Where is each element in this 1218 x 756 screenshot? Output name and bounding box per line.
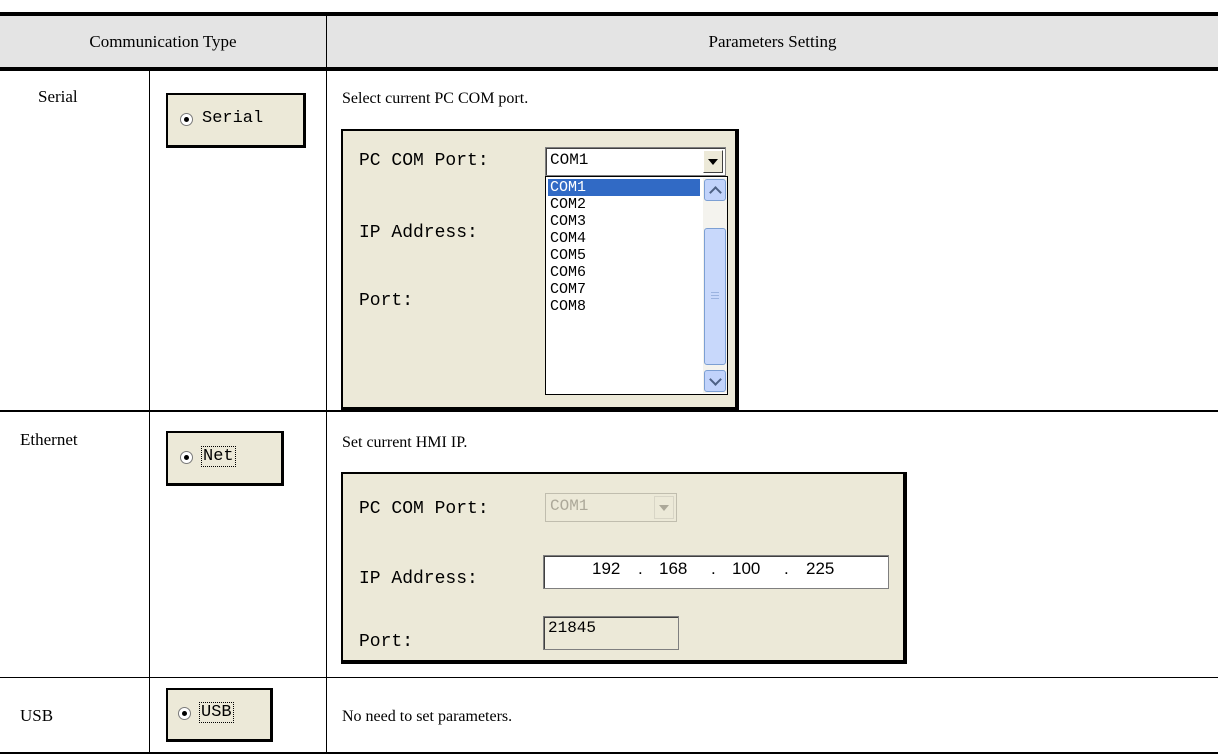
net-radio-label: Net xyxy=(201,446,236,467)
ethernet-settings-panel: PC COM Port: COM1 IP Address: 192 . 168 … xyxy=(341,472,907,664)
table-bottom-border xyxy=(0,752,1218,754)
type-serial: Serial xyxy=(38,87,78,106)
usb-radio-option[interactable]: USB xyxy=(166,688,273,742)
com-port-label: PC COM Port: xyxy=(359,499,489,519)
ip-address-label: IP Address: xyxy=(359,569,478,589)
grip-icon xyxy=(711,292,719,293)
ip-octet-2: 168 xyxy=(659,559,688,578)
dropdown-item-com4[interactable]: COM4 xyxy=(548,230,700,247)
com-port-combobox[interactable]: COM1 xyxy=(545,147,726,176)
ip-octet-3: 100 xyxy=(732,559,761,578)
dropdown-item-com2[interactable]: COM2 xyxy=(548,196,700,213)
header-communication-type: Communication Type xyxy=(89,32,237,51)
com-port-label: PC COM Port: xyxy=(359,151,489,171)
type-subcolumn-divider xyxy=(149,70,150,754)
ip-address-label: IP Address: xyxy=(359,223,478,243)
scrollbar-thumb[interactable] xyxy=(704,228,726,365)
chevron-down-icon xyxy=(709,373,722,386)
com-port-value: COM1 xyxy=(550,151,589,169)
grip-icon xyxy=(711,295,719,296)
usb-description: No need to set parameters. xyxy=(342,708,513,725)
radio-checked-icon xyxy=(180,451,193,464)
ip-dot: . xyxy=(784,559,789,578)
header-bottom-border xyxy=(0,67,1218,71)
chevron-down-icon xyxy=(708,159,718,165)
chevron-up-icon xyxy=(709,186,722,199)
com-port-dropdown-list[interactable]: COM1 COM2 COM3 COM4 COM5 COM6 COM7 COM8 xyxy=(545,176,728,395)
combobox-dropdown-button xyxy=(654,496,674,519)
table-top-border xyxy=(0,12,1218,16)
com-port-value: COM1 xyxy=(550,497,589,515)
header-parameters-setting: Parameters Setting xyxy=(708,32,837,51)
net-radio-option[interactable]: Net xyxy=(166,431,284,486)
dropdown-item-com1[interactable]: COM1 xyxy=(548,179,700,196)
type-ethernet: Ethernet xyxy=(20,430,78,449)
port-label: Port: xyxy=(359,291,414,311)
chevron-down-icon xyxy=(659,505,669,511)
combobox-dropdown-button[interactable] xyxy=(703,150,723,173)
serial-settings-panel: PC COM Port: COM1 IP Address: Port: COM1… xyxy=(341,129,739,411)
dropdown-item-com5[interactable]: COM5 xyxy=(548,247,700,264)
ip-dot: . xyxy=(638,559,643,578)
serial-radio-label: Serial xyxy=(202,109,264,128)
scroll-up-button[interactable] xyxy=(704,179,726,201)
scroll-down-button[interactable] xyxy=(704,370,726,392)
row-divider xyxy=(0,677,1218,678)
port-value: 21845 xyxy=(548,619,597,637)
ip-address-field[interactable]: 192 . 168 . 100 . 225 xyxy=(543,555,889,589)
serial-description: Select current PC COM port. xyxy=(342,90,529,107)
dropdown-item-com6[interactable]: COM6 xyxy=(548,264,700,281)
com-port-combobox-disabled: COM1 xyxy=(545,493,677,522)
ip-dot: . xyxy=(711,559,716,578)
ip-octet-1: 192 xyxy=(592,559,621,578)
column-divider xyxy=(326,14,327,754)
usb-radio-label: USB xyxy=(199,702,234,723)
ip-octet-4: 225 xyxy=(806,559,835,578)
ethernet-description: Set current HMI IP. xyxy=(342,434,468,451)
radio-checked-icon xyxy=(180,113,193,126)
dropdown-item-com7[interactable]: COM7 xyxy=(548,281,700,298)
port-label: Port: xyxy=(359,632,414,652)
port-field[interactable]: 21845 xyxy=(543,616,679,650)
dropdown-item-com3[interactable]: COM3 xyxy=(548,213,700,230)
serial-radio-option[interactable]: Serial xyxy=(166,93,306,148)
dropdown-item-com8[interactable]: COM8 xyxy=(548,298,700,315)
type-usb: USB xyxy=(20,706,54,725)
grip-icon xyxy=(711,298,719,299)
radio-checked-icon xyxy=(178,707,191,720)
